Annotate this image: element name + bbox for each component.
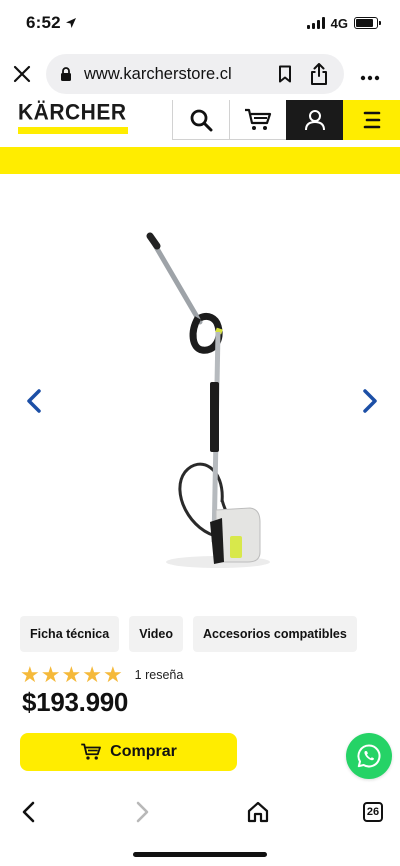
chevron-right-icon [136,801,149,823]
star-icon: ★ [82,662,102,687]
karcher-logo[interactable]: KÄRCHER [0,100,172,140]
logo-yellow-bar [18,127,128,134]
star-icon: ★ [40,662,61,687]
review-count[interactable]: 1 reseña [135,668,184,682]
star-icon: ★ [20,662,40,687]
back-button[interactable] [12,796,44,828]
search-button[interactable] [172,100,229,140]
cart-icon [245,108,272,130]
whatsapp-icon [357,744,381,768]
site-header: KÄRCHER [0,100,400,140]
share-icon[interactable] [306,61,332,87]
status-bar: 6:52 4G [0,0,400,46]
url-text[interactable]: www.karcherstore.cl [84,65,264,84]
browser-toolbar: 26 [0,786,400,838]
search-icon [190,109,213,131]
network-type: 4G [330,15,348,31]
tab-ficha-tecnica[interactable]: Ficha técnica [20,616,120,652]
buy-button[interactable]: Comprar [20,733,237,771]
promo-strip [0,147,400,174]
cart-button[interactable] [229,100,286,140]
battery-level [356,19,373,27]
close-icon[interactable] [10,62,34,86]
logo-text: KÄRCHER [18,100,127,125]
product-rating[interactable]: ★ ★ ★ ★ ★ 1 reseña [20,664,183,686]
product-price: $193.990 [22,687,129,717]
chevron-right-icon [363,389,377,413]
gallery-prev-button[interactable] [22,386,46,416]
whatsapp-button[interactable] [346,733,392,779]
account-button[interactable] [286,100,343,140]
clock: 6:52 [26,13,61,32]
product-image [146,232,270,568]
user-icon [305,109,325,130]
battery-icon [354,17,381,29]
tab-accesorios-compatibles[interactable]: Accesorios compatibles [193,616,357,652]
gallery-next-button[interactable] [358,386,382,416]
lock-icon [58,66,74,82]
chevron-left-icon [22,801,35,823]
browser-bar: www.karcherstore.cl [0,48,400,100]
tab-count: 26 [363,802,383,822]
menu-icon [363,111,381,128]
buy-button-label: Comprar [110,743,177,760]
star-rating: ★ ★ ★ ★ ★ [20,664,123,686]
star-icon: ★ [102,662,123,687]
menu-button[interactable] [343,100,400,140]
product-info-tabs: Ficha técnica Video Accesorios compatibl… [20,616,357,652]
tabs-button[interactable]: 26 [357,796,389,828]
home-button[interactable] [242,796,274,828]
tab-video[interactable]: Video [129,616,184,652]
status-indicators: 4G [306,15,381,31]
more-icon[interactable] [360,63,380,85]
cart-icon [81,743,102,760]
status-time: 6:52 [26,13,77,33]
address-bar[interactable]: www.karcherstore.cl [46,54,344,94]
star-icon: ★ [61,662,82,687]
chevron-left-icon [27,389,41,413]
forward-button[interactable] [127,796,159,828]
bookmark-icon[interactable] [272,61,298,87]
home-indicator [133,852,267,857]
product-gallery [0,174,400,614]
cellular-signal-icon [306,17,325,29]
home-icon [247,801,269,823]
location-arrow-icon [65,18,76,28]
